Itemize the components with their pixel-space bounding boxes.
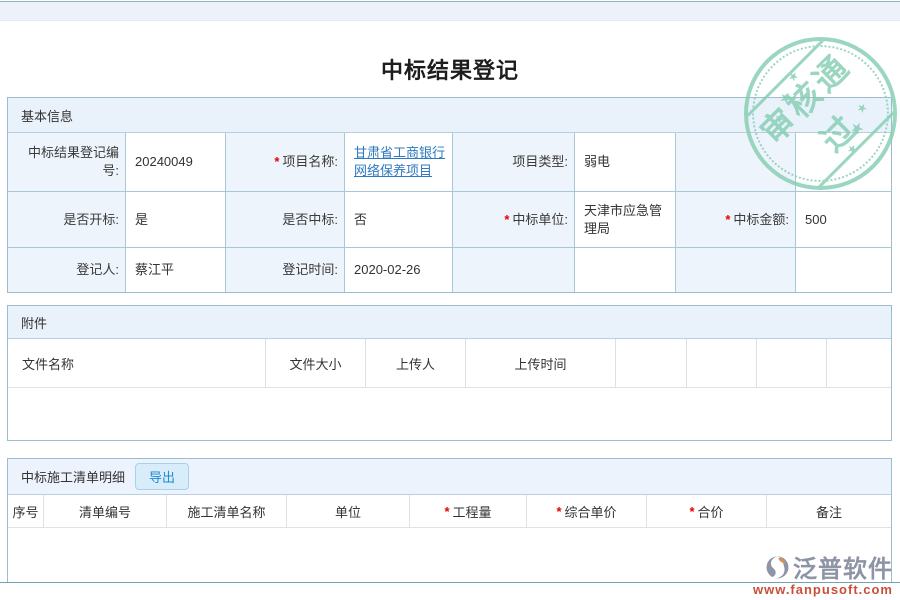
bid-col-unit: 单位: [287, 495, 410, 528]
winning-amount-label: * 中标金额:: [676, 192, 796, 248]
bid-detail-table-header: 序号 清单编号 施工清单名称 单位 * 工程量 * 综合单价 * 合价 备注: [8, 495, 891, 528]
winning-unit-value: 天津市应急管理局: [575, 192, 676, 248]
project-name-link[interactable]: 甘肃省工商银行 网络保养项目: [354, 144, 445, 179]
basic-info-table: 中标结果登记编号: 20240049 * 项目名称: 甘肃省工商银行 网络保养项…: [8, 133, 891, 292]
bid-col-unit-price: * 综合单价: [527, 495, 647, 528]
attachments-table-body: [8, 388, 891, 439]
vendor-logo-row: 泛普软件: [753, 549, 893, 584]
empty-label-cell: [676, 248, 796, 292]
bid-won-label: 是否中标:: [226, 192, 345, 248]
required-marker: *: [556, 504, 561, 519]
empty-value-cell: [796, 248, 891, 292]
attachments-table-header: 文件名称 文件大小 上传人 上传时间: [8, 339, 891, 388]
project-name-label: * 项目名称:: [226, 133, 345, 192]
project-type-label: 项目类型:: [453, 133, 575, 192]
attach-col-empty: [827, 339, 891, 388]
empty-label-cell: [676, 133, 796, 192]
bid-col-total-price: * 合价: [647, 495, 767, 528]
attach-col-uploadtime: 上传时间: [466, 339, 616, 388]
attachments-section-header: 附件: [8, 306, 891, 339]
attach-col-filename: 文件名称: [8, 339, 266, 388]
registrant-value: 蔡江平: [126, 248, 226, 292]
required-marker: *: [444, 504, 449, 519]
bid-col-list-name: 施工清单名称: [167, 495, 287, 528]
bid-opened-label: 是否开标:: [8, 192, 126, 248]
attach-col-empty: [757, 339, 827, 388]
page: 中标结果登记 基本信息 中标结果登记编号: 20240049 * 项目名称: 甘…: [0, 0, 900, 600]
bid-col-seq: 序号: [8, 495, 44, 528]
reg-time-label: 登记时间:: [226, 248, 345, 292]
attach-col-empty: [616, 339, 687, 388]
bid-detail-section-header: 中标施工清单明细 导出: [8, 459, 891, 495]
required-marker: *: [725, 211, 730, 229]
reg-no-label: 中标结果登记编号:: [8, 133, 126, 192]
bid-col-remark: 备注: [767, 495, 891, 528]
vendor-brand: 泛普软件: [793, 549, 893, 584]
bid-col-quantity: * 工程量: [410, 495, 527, 528]
basic-info-section-header: 基本信息: [8, 98, 891, 133]
basic-info-section-title: 基本信息: [21, 106, 73, 125]
bid-detail-section-title: 中标施工清单明细: [21, 467, 125, 486]
basic-info-panel: 基本信息 中标结果登记编号: 20240049 * 项目名称: 甘肃省工商银行 …: [7, 97, 892, 293]
empty-value-cell: [575, 248, 676, 292]
attachments-panel: 附件 文件名称 文件大小 上传人 上传时间: [7, 305, 892, 441]
attach-col-uploader: 上传人: [366, 339, 466, 388]
required-marker: *: [274, 153, 279, 171]
registrant-label: 登记人:: [8, 248, 126, 292]
required-marker: *: [689, 504, 694, 519]
attach-col-filesize: 文件大小: [266, 339, 366, 388]
top-bar: [0, 1, 900, 21]
reg-no-value: 20240049: [126, 133, 226, 192]
bid-opened-value: 是: [126, 192, 226, 248]
project-type-value: 弱电: [575, 133, 676, 192]
required-marker: *: [504, 211, 509, 229]
vendor-url: www.fanpusoft.com: [753, 582, 893, 597]
reg-time-value: 2020-02-26: [345, 248, 453, 292]
vendor-watermark: 泛普软件 www.fanpusoft.com: [753, 549, 893, 597]
winning-amount-value: 500: [796, 192, 891, 248]
attach-col-empty: [687, 339, 757, 388]
project-name-cell: 甘肃省工商银行 网络保养项目: [345, 133, 453, 192]
empty-value-cell: [796, 133, 891, 192]
bid-won-value: 否: [345, 192, 453, 248]
page-title: 中标结果登记: [0, 53, 900, 85]
empty-label-cell: [453, 248, 575, 292]
fanpu-logo-icon: [764, 553, 791, 580]
attachments-section-title: 附件: [21, 313, 47, 332]
winning-unit-label: * 中标单位:: [453, 192, 575, 248]
export-button[interactable]: 导出: [135, 463, 189, 490]
bid-col-list-no: 清单编号: [44, 495, 167, 528]
